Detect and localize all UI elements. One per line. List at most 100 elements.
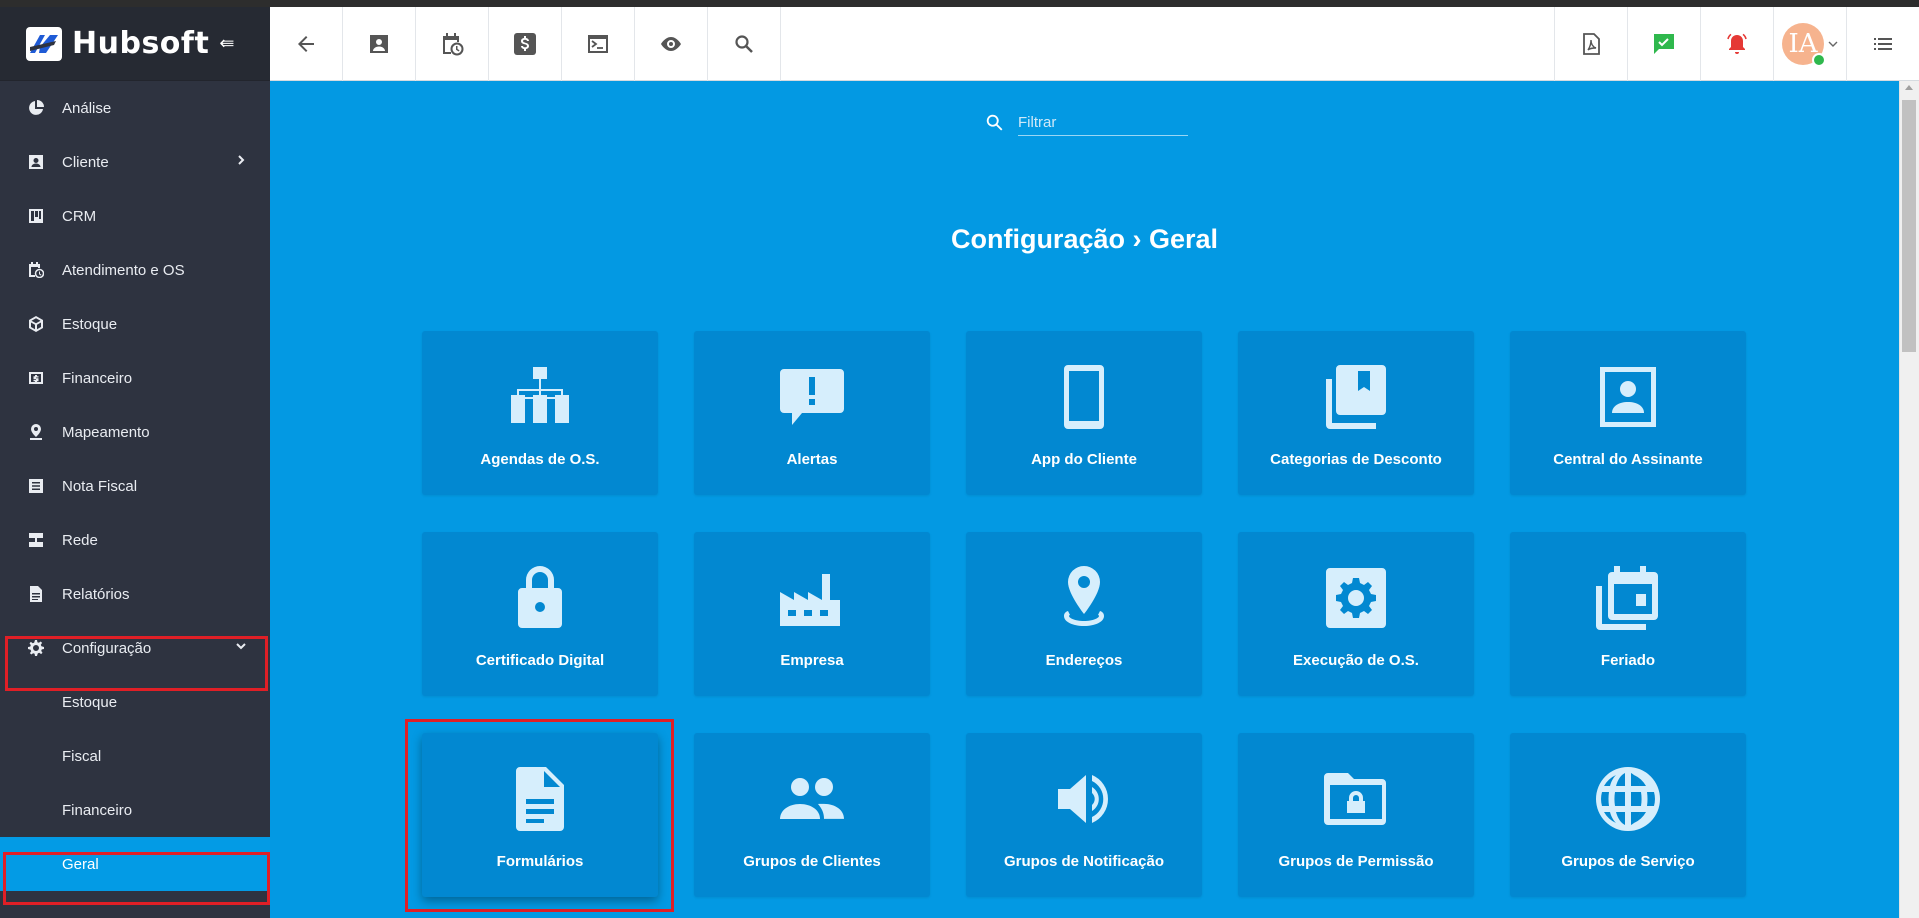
card-grupos-de-servico[interactable]: Grupos de Serviço — [1510, 733, 1746, 897]
menu-list-icon — [1874, 38, 1892, 50]
main-content: Configuração › Geral Agendas de O.S. Ale… — [270, 81, 1899, 918]
card-categorias-de-desconto[interactable]: Categorias de Desconto — [1238, 331, 1474, 495]
document-list-icon — [28, 478, 44, 494]
card-certificado-digital[interactable]: Certificado Digital — [422, 532, 658, 696]
card-feriado[interactable]: Feriado — [1510, 532, 1746, 696]
sidebar-nav: Análise Cliente CRM Atendimento e OS Est… — [0, 81, 270, 891]
money-icon — [28, 370, 44, 386]
speaker-icon — [1050, 765, 1118, 833]
sidebar-item-relatorios[interactable]: Relatórios — [0, 567, 270, 621]
map-pin-icon — [28, 424, 44, 440]
card-grupos-de-notificacao[interactable]: Grupos de Notificação — [966, 733, 1202, 897]
sidebar-item-label: Fiscal — [62, 747, 102, 765]
sidebar-subitem-geral[interactable]: Geral — [0, 837, 270, 891]
calendar-clock-icon — [443, 33, 464, 56]
sidebar-item-label: Relatórios — [62, 585, 130, 603]
sidebar-item-label: Cliente — [62, 153, 109, 171]
top-toolbar: IA — [270, 7, 1919, 81]
card-label: Categorias de Desconto — [1270, 451, 1442, 468]
report-icon — [28, 586, 44, 602]
card-app-do-cliente[interactable]: App do Cliente — [966, 331, 1202, 495]
sidebar-subitem-financeiro[interactable]: Financeiro — [0, 783, 270, 837]
page-title: Configuração › Geral — [950, 224, 1219, 254]
scroll-up-icon[interactable] — [1905, 85, 1913, 90]
sidebar-item-label: Nota Fiscal — [62, 477, 138, 495]
pdf-button[interactable] — [1554, 7, 1627, 81]
search-button[interactable] — [708, 7, 781, 81]
card-enderecos[interactable]: Endereços — [966, 532, 1202, 696]
sidebar-item-nota-fiscal[interactable]: Nota Fiscal — [0, 459, 270, 513]
filter-bar — [984, 110, 1188, 136]
sidebar-item-mapeamento[interactable]: Mapeamento — [0, 405, 270, 459]
card-central-do-assinante[interactable]: Central do Assinante — [1510, 331, 1746, 495]
document-icon — [506, 765, 574, 833]
card-agendas-os[interactable]: Agendas de O.S. — [422, 331, 658, 495]
sidebar-item-atendimento[interactable]: Atendimento e OS — [0, 243, 270, 297]
contact-card-icon — [370, 35, 388, 53]
contact-card-icon — [28, 154, 44, 170]
card-grupos-de-clientes[interactable]: Grupos de Clientes — [694, 733, 930, 897]
card-label: Endereços — [1045, 652, 1123, 669]
card-label: Grupos de Serviço — [1561, 853, 1695, 870]
browser-top-strip — [0, 0, 1919, 7]
sidebar-item-label: Financeiro — [62, 801, 133, 819]
sidebar-item-cliente[interactable]: Cliente — [0, 135, 270, 189]
schedule-button[interactable] — [416, 7, 489, 81]
terminal-icon — [588, 35, 608, 53]
gear-box-icon — [1322, 564, 1390, 632]
terminal-button[interactable] — [562, 7, 635, 81]
card-label: Empresa — [780, 652, 844, 669]
sidebar-item-crm[interactable]: CRM — [0, 189, 270, 243]
card-label: Certificado Digital — [475, 652, 605, 669]
card-alertas[interactable]: Alertas — [694, 331, 930, 495]
globe-icon — [1594, 765, 1662, 833]
clients-button[interactable] — [343, 7, 416, 81]
chevron-down-icon — [1828, 41, 1838, 47]
chat-button[interactable] — [1627, 7, 1700, 81]
online-status-icon — [1812, 53, 1826, 67]
finance-button[interactable] — [489, 7, 562, 81]
alarm-button[interactable] — [1700, 7, 1773, 81]
card-grupos-de-permissao[interactable]: Grupos de Permissão — [1238, 733, 1474, 897]
alert-message-icon — [778, 363, 846, 431]
sidebar-subitem-estoque[interactable]: Estoque — [0, 675, 270, 729]
user-menu-button[interactable]: IA — [1773, 7, 1846, 81]
card-empresa[interactable]: Empresa — [694, 532, 930, 696]
sidebar-item-label: Análise — [62, 99, 112, 117]
sidebar-item-label: Mapeamento — [62, 423, 150, 441]
sidebar-item-rede[interactable]: Rede — [0, 513, 270, 567]
card-label: Grupos de Permissão — [1278, 853, 1434, 870]
scrollbar-thumb[interactable] — [1902, 100, 1916, 352]
card-label: Execução de O.S. — [1293, 652, 1419, 669]
menu-button[interactable] — [1846, 7, 1919, 81]
view-button[interactable] — [635, 7, 708, 81]
card-execucao-de-os[interactable]: Execução de O.S. — [1238, 532, 1474, 696]
card-label: Central do Assinante — [1553, 451, 1703, 468]
sidebar-item-label: Atendimento e OS — [62, 261, 185, 279]
card-formularios[interactable]: Formulários — [422, 733, 658, 897]
collapse-sidebar-icon[interactable]: ⇚ — [219, 33, 234, 54]
filter-input[interactable] — [1018, 110, 1188, 136]
calendar-stack-icon — [1594, 564, 1662, 632]
sidebar-item-label: CRM — [62, 207, 97, 225]
pdf-icon — [1583, 33, 1600, 55]
alarm-bell-icon — [1727, 33, 1747, 54]
bookmark-stack-icon — [1322, 363, 1390, 431]
config-card-grid: Agendas de O.S. Alertas App do Cliente C… — [422, 331, 1746, 897]
dollar-icon — [514, 33, 536, 55]
phone-icon — [1050, 363, 1118, 431]
sidebar-item-configuracao[interactable]: Configuração — [0, 621, 270, 675]
server-icon — [28, 532, 44, 548]
sidebar-item-financeiro[interactable]: Financeiro — [0, 351, 270, 405]
location-pin-icon — [1050, 564, 1118, 632]
sidebar-item-label: Configuração — [62, 639, 152, 657]
account-box-icon — [1594, 363, 1662, 431]
back-button[interactable] — [270, 7, 343, 81]
people-icon — [778, 765, 846, 833]
sitemap-icon — [506, 363, 574, 431]
card-label: Agendas de O.S. — [480, 451, 600, 468]
sidebar-item-estoque[interactable]: Estoque — [0, 297, 270, 351]
sidebar-subitem-fiscal[interactable]: Fiscal — [0, 729, 270, 783]
card-label: Formulários — [496, 853, 584, 870]
sidebar-item-analise[interactable]: Análise — [0, 81, 270, 135]
